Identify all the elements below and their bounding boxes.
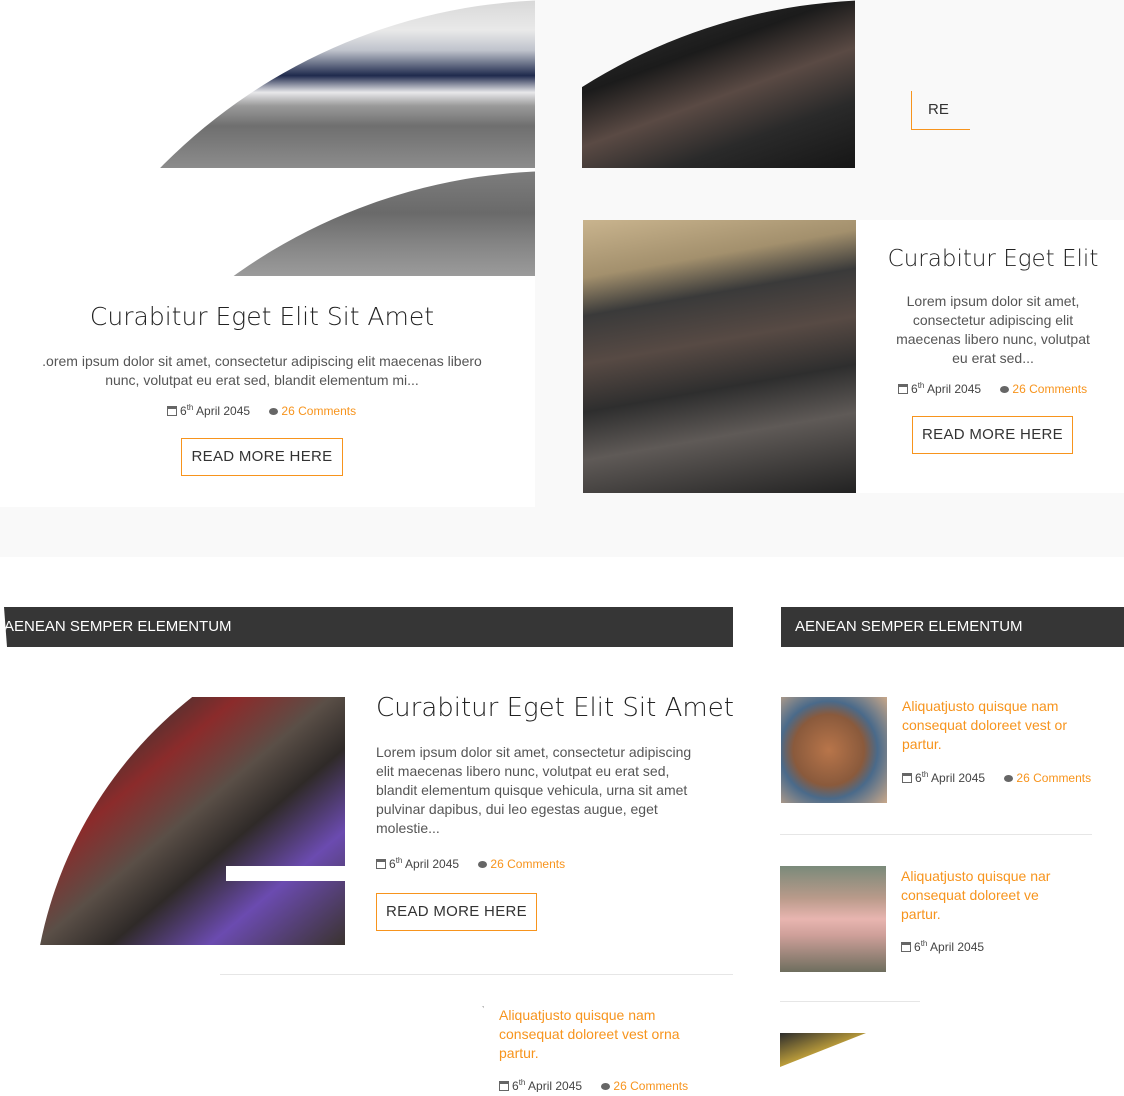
section-left-heading-bar: AENEAN SEMPER ELEMENTUM (4, 607, 733, 647)
section-right-post2-title-line2: consequat doloreet ve (901, 887, 1039, 903)
section-left-divider (220, 974, 733, 975)
featured-right-read-more-button[interactable]: READ MORE HERE (912, 416, 1073, 454)
section-left-small-title-line2: consequat doloreet vest orna (499, 1026, 680, 1042)
section-left-small-title[interactable]: Aliquatjusto quisque nam consequat dolor… (499, 1006, 729, 1063)
section-right-heading: AENEAN SEMPER ELEMENTUM (795, 618, 1023, 635)
comment-icon (269, 408, 279, 415)
calendar-icon (376, 859, 386, 869)
featured-top-right-button-label: RE (928, 101, 949, 118)
section-left-main-title[interactable]: Curabitur Eget Elit Sit Amet (376, 693, 734, 723)
post-date-rest: April 2045 (927, 382, 982, 396)
post-date-suffix: th (921, 770, 929, 779)
section-left-small-title-line3: partur. (499, 1045, 539, 1061)
section-left-main-excerpt: Lorem ipsum dolor sit amet, consectetur … (376, 743, 726, 838)
calendar-icon (898, 384, 908, 394)
comment-icon (1004, 775, 1014, 782)
featured-right-excerpt: Lorem ipsum dolor sit amet, consectetur … (878, 292, 1108, 368)
section-right-post1-title-line3: partur. (902, 736, 942, 752)
comments-link[interactable]: 26 Comments (269, 404, 356, 418)
post-date-rest: April 2045 (405, 857, 460, 871)
section-right-post3-image[interactable] (780, 1033, 866, 1067)
featured-left-excerpt: .orem ipsum dolor sit amet, consectetur … (20, 352, 504, 390)
section-left-heading: AENEAN SEMPER ELEMENTUM (4, 618, 232, 635)
section-left-main-meta: 6th April 2045 26 Comments (376, 856, 565, 871)
comments-count: 26 Comments (613, 1079, 689, 1092)
comments-count: 26 Comments (490, 857, 566, 871)
section-right-post1-title-line1: Aliquatjusto quisque nam (902, 698, 1059, 714)
section-right-post2-image[interactable] (780, 866, 886, 972)
comments-link[interactable]: 26 Comments (1000, 382, 1087, 396)
featured-left-excerpt-line2: nunc, volutpat eu erat sed, blandit elem… (105, 372, 419, 388)
section-left-main-excerpt-line5: molestie... (376, 820, 440, 836)
section-left-main-excerpt-line4: pulvinar dapibus, dui leo egestas augue,… (376, 801, 658, 817)
section-left-main-read-more-button[interactable]: READ MORE HERE (376, 893, 537, 931)
featured-right-image[interactable] (583, 220, 856, 493)
post-date-suffix: th (920, 939, 928, 948)
comments-count: 26 Comments (1016, 771, 1092, 785)
calendar-icon (902, 773, 912, 783)
section-right-post1-title[interactable]: Aliquatjusto quisque nam consequat dolor… (902, 697, 1078, 754)
section-left-main-image-gap-right (345, 803, 349, 945)
post-date-suffix: th (917, 381, 925, 390)
comment-icon (601, 1083, 611, 1090)
section-left-main-excerpt-line2: elit maecenas libero nunc, volutpat eu e… (376, 763, 670, 779)
calendar-icon (167, 406, 177, 416)
section-right-divider-2 (780, 1001, 920, 1002)
featured-right-excerpt-line1: Lorem ipsum dolor sit amet, (906, 293, 1080, 309)
section-left-main-excerpt-line3: blandit elementum quisque vehicula, urna… (376, 782, 688, 798)
post-date-day: 6 (914, 940, 921, 954)
post-date-rest: April 2045 (930, 940, 985, 954)
section-left-small-image[interactable] (396, 1006, 484, 1088)
section-left-main-image[interactable] (32, 697, 345, 945)
section-right-post2-title[interactable]: Aliquatjusto quisque nar consequat dolor… (901, 867, 1063, 924)
section-right-post1-title-line2: consequat doloreet vest or (902, 717, 1067, 733)
comment-icon (1000, 386, 1010, 393)
calendar-icon (901, 942, 911, 952)
comments-link[interactable]: 26 Comments (601, 1079, 688, 1092)
featured-right-title[interactable]: Curabitur Eget Elit (862, 246, 1124, 272)
calendar-icon (499, 1081, 509, 1091)
section-right-post2-meta: 6th April 2045 (901, 939, 984, 954)
post-date-day: 6 (915, 771, 922, 785)
post-date-suffix: th (518, 1078, 526, 1087)
post-date-day: 6 (389, 857, 396, 871)
comments-count: 26 Comments (281, 404, 357, 418)
section-left-small-meta: 6th April 2045 26 Comments (499, 1078, 688, 1092)
section-left-main-image-gap (226, 866, 346, 881)
featured-top-right-button[interactable]: RE (911, 91, 970, 130)
featured-left-meta: 6th April 2045 26 Comments (167, 403, 356, 418)
post-date-day: 6 (911, 382, 918, 396)
section-right-post2-title-line1: Aliquatjusto quisque nar (901, 868, 1051, 884)
section-left-small-title-line1: Aliquatjusto quisque nam (499, 1007, 656, 1023)
comment-icon (478, 861, 488, 868)
featured-right-excerpt-line3: maecenas libero nunc, volutpat (896, 331, 1090, 347)
featured-left-title[interactable]: Curabitur Eget Elit Sit Amet (0, 302, 524, 331)
featured-right-meta: 6th April 2045 26 Comments (898, 381, 1087, 396)
section-right-post1-image[interactable] (781, 697, 887, 803)
featured-left-read-more-button[interactable]: READ MORE HERE (181, 438, 343, 476)
post-date-rest: April 2045 (931, 771, 986, 785)
post-date-suffix: th (395, 856, 403, 865)
featured-right-excerpt-line4: eu erat sed... (952, 350, 1034, 366)
featured-left-excerpt-line1: .orem ipsum dolor sit amet, consectetur … (42, 353, 482, 369)
post-date-rest: April 2045 (196, 404, 251, 418)
section-right-post1-meta: 6th April 2045 26 Comments (902, 770, 1091, 785)
post-date-day: 6 (180, 404, 187, 418)
section-right-divider-1 (780, 834, 1092, 835)
post-date-day: 6 (512, 1079, 519, 1092)
post-date-rest: April 2045 (528, 1079, 583, 1092)
comments-link[interactable]: 26 Comments (1004, 771, 1091, 785)
post-date-suffix: th (186, 403, 194, 412)
section-right-heading-bar: AENEAN SEMPER ELEMENTUM (781, 607, 1124, 647)
comments-link[interactable]: 26 Comments (478, 857, 565, 871)
comments-count: 26 Comments (1012, 382, 1088, 396)
section-left-main-excerpt-line1: Lorem ipsum dolor sit amet, consectetur … (376, 744, 692, 760)
section-right-post2-title-line3: partur. (901, 906, 941, 922)
featured-right-excerpt-line2: consectetur adipiscing elit (912, 312, 1074, 328)
